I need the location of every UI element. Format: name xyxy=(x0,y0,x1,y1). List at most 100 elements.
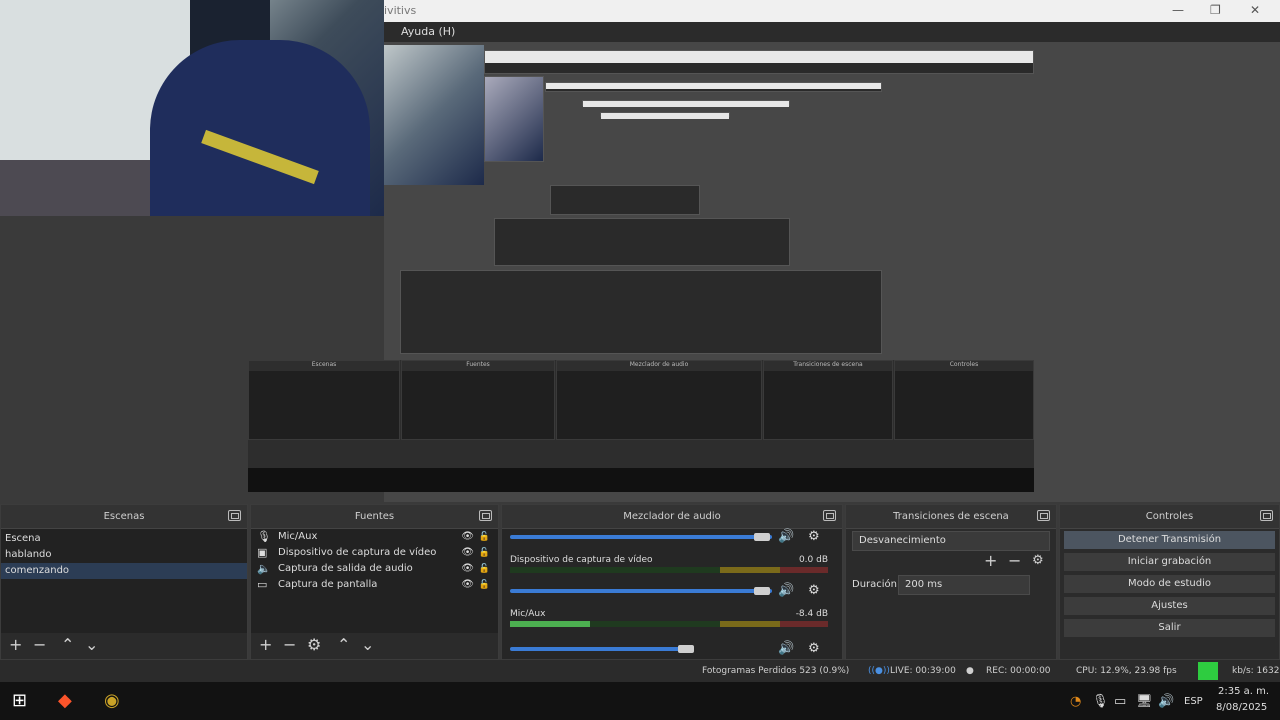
move-down-button[interactable]: ⌄ xyxy=(85,637,98,653)
stop-streaming-button[interactable]: Detener Transmisión xyxy=(1064,531,1275,549)
volume-slider[interactable] xyxy=(510,535,772,539)
gear-icon[interactable]: ⚙ xyxy=(808,529,820,544)
nested-window-3 xyxy=(582,100,790,107)
windows-start-icon[interactable]: ⊞ xyxy=(12,690,27,711)
obs-icon[interactable]: ◉ xyxy=(104,690,120,711)
lock-icon[interactable]: 🔓 xyxy=(479,561,490,577)
source-item[interactable]: 🎙 Mic/Aux 👁 🔓 xyxy=(251,529,498,545)
scene-item-selected[interactable]: comenzando xyxy=(1,563,247,579)
duration-input[interactable]: 200 ms xyxy=(898,575,1030,595)
add-transition-button[interactable]: + xyxy=(984,553,997,569)
remove-transition-button[interactable]: − xyxy=(1008,553,1021,569)
remove-scene-button[interactable]: − xyxy=(33,637,46,653)
settings-button[interactable]: Ajustes xyxy=(1064,597,1275,615)
slider-handle[interactable] xyxy=(754,587,770,595)
nested-window-1 xyxy=(484,50,1034,74)
slider-handle[interactable] xyxy=(754,533,770,541)
sources-title: Fuentes xyxy=(354,511,395,522)
eye-icon[interactable]: 👁 xyxy=(461,529,474,545)
channel-name: Mic/Aux xyxy=(510,609,546,619)
language-indicator[interactable]: ESP xyxy=(1184,696,1203,707)
volume-slider[interactable] xyxy=(510,647,690,651)
source-item[interactable]: ▭ Captura de pantalla 👁 🔓 xyxy=(251,577,498,593)
sources-dock: Fuentes 🎙 Mic/Aux 👁 🔓 ▣ Dispositivo de ca… xyxy=(250,504,499,660)
transitions-title: Transiciones de escena xyxy=(893,511,1009,522)
channel-name: Dispositivo de captura de vídeo xyxy=(510,555,653,565)
speaker-icon[interactable]: 🔊 xyxy=(778,641,794,656)
nested-window-4 xyxy=(600,112,730,119)
bitrate-indicator xyxy=(1198,662,1218,680)
scenes-list: Escena hablando comenzando xyxy=(1,529,247,635)
battery-icon[interactable]: ▭ xyxy=(1114,694,1126,709)
mic-icon: 🎙 xyxy=(257,530,271,543)
source-label: Captura de salida de audio xyxy=(278,563,413,574)
lock-icon[interactable]: 🔓 xyxy=(479,545,490,561)
start-recording-button[interactable]: Iniciar grabación xyxy=(1064,553,1275,571)
clock-date[interactable]: 8/08/2025 xyxy=(1216,702,1267,713)
network-icon[interactable]: 🖥 xyxy=(1136,694,1153,709)
move-up-button[interactable]: ⌃ xyxy=(337,637,350,653)
move-up-button[interactable]: ⌃ xyxy=(61,637,74,653)
level-fill xyxy=(510,621,590,627)
exit-button[interactable]: Salir xyxy=(1064,619,1275,637)
maximize-button[interactable]: ❐ xyxy=(1210,3,1221,17)
status-bar: Fotogramas Perdidos 523 (0.9%) ((●)) LIV… xyxy=(0,660,1280,682)
brave-browser-icon[interactable]: ◆ xyxy=(58,690,72,711)
add-source-button[interactable]: + xyxy=(259,637,272,653)
sources-list: 🎙 Mic/Aux 👁 🔓 ▣ Dispositivo de captura de… xyxy=(251,529,498,635)
add-scene-button[interactable]: + xyxy=(9,637,22,653)
tray-icon[interactable]: ◔ xyxy=(1070,694,1081,709)
lock-icon[interactable]: 🔓 xyxy=(479,577,490,593)
transition-select[interactable]: Desvanecimiento xyxy=(852,531,1050,551)
camera-icon: ▣ xyxy=(257,546,268,559)
studio-mode-button[interactable]: Modo de estudio xyxy=(1064,575,1275,593)
volume-icon[interactable]: 🔊 xyxy=(1158,694,1174,709)
menu-help[interactable]: Ayuda (H) xyxy=(401,25,455,38)
source-label: Captura de pantalla xyxy=(278,579,378,590)
nested-sources-panel: Fuentes xyxy=(401,360,555,440)
source-item[interactable]: 🔈 Captura de salida de audio 👁 🔓 xyxy=(251,561,498,577)
channel-db: -8.4 dB xyxy=(795,609,828,619)
speaker-icon[interactable]: 🔊 xyxy=(778,529,794,544)
taskbar: ⊞ ◆ ◉ ◔ 🎙 ▭ 🖥 🔊 ESP 2:35 a. m. 8/08/2025 xyxy=(0,682,1280,720)
undock-icon[interactable] xyxy=(228,510,241,521)
gear-icon[interactable]: ⚙ xyxy=(808,641,820,656)
scene-item[interactable]: Escena xyxy=(1,531,247,547)
undock-icon[interactable] xyxy=(479,510,492,521)
undock-icon[interactable] xyxy=(1037,510,1050,521)
eye-icon[interactable]: 👁 xyxy=(461,577,474,593)
minimize-button[interactable]: — xyxy=(1172,3,1184,17)
live-icon: ((●)) xyxy=(868,666,890,676)
undock-icon[interactable] xyxy=(1260,510,1273,521)
nested-scenes-panel: Escenas xyxy=(248,360,400,440)
speaker-icon: 🔈 xyxy=(257,562,271,575)
clock-time[interactable]: 2:35 a. m. xyxy=(1218,686,1269,697)
move-down-button[interactable]: ⌄ xyxy=(361,637,374,653)
remove-source-button[interactable]: − xyxy=(283,637,296,653)
controls-dock: Controles Detener Transmisión Iniciar gr… xyxy=(1059,504,1280,660)
scenes-dock: Escenas Escena hablando comenzando + − ⌃… xyxy=(0,504,248,660)
undock-icon[interactable] xyxy=(823,510,836,521)
source-item[interactable]: ▣ Dispositivo de captura de vídeo 👁 🔓 xyxy=(251,545,498,561)
slider-handle[interactable] xyxy=(678,645,694,653)
source-label: Mic/Aux xyxy=(278,531,318,542)
nested-transitions-panel: Transiciones de escena xyxy=(763,360,893,440)
scene-item[interactable]: hablando xyxy=(1,547,247,563)
nested-obs-window: Escenas Fuentes Mezclador de audio Trans… xyxy=(248,360,1034,492)
close-button[interactable]: ✕ xyxy=(1250,3,1260,17)
eye-icon[interactable]: 👁 xyxy=(461,561,474,577)
nested-controls-panel: Controles xyxy=(894,360,1034,440)
gear-icon[interactable]: ⚙ xyxy=(1032,553,1044,569)
cpu-usage: CPU: 12.9%, 23.98 fps xyxy=(1076,666,1177,676)
gear-icon[interactable]: ⚙ xyxy=(307,637,321,653)
speaker-icon[interactable]: 🔊 xyxy=(778,583,794,598)
gear-icon[interactable]: ⚙ xyxy=(808,583,820,598)
eye-icon[interactable]: 👁 xyxy=(461,545,474,561)
nested-window-7 xyxy=(400,270,882,354)
microphone-icon[interactable]: 🎙 xyxy=(1092,694,1109,709)
channel-db: 0.0 dB xyxy=(798,555,828,565)
nested-window-5 xyxy=(550,185,700,215)
lock-icon[interactable]: 🔓 xyxy=(479,529,490,545)
volume-slider[interactable] xyxy=(510,589,772,593)
window-title: ivitivs xyxy=(384,4,417,17)
